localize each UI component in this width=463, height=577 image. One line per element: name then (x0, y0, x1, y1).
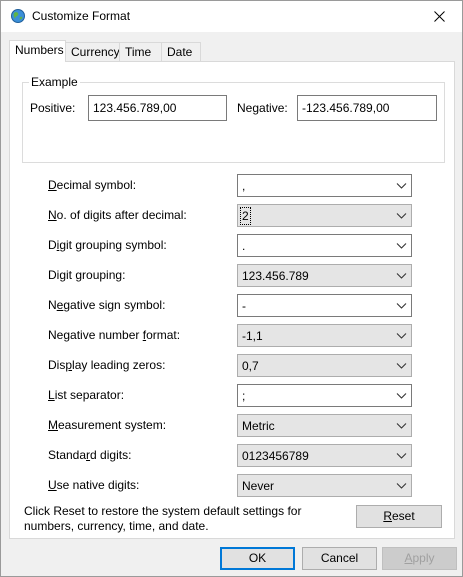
use-native-digits-value: Never (242, 479, 275, 493)
chevron-down-icon (396, 243, 407, 249)
negative-number-format-dropdown[interactable]: -1,1 (237, 324, 412, 347)
ok-button[interactable]: OK (220, 547, 295, 570)
standard-digits-value: 0123456789 (242, 449, 309, 463)
decimal-symbol-label: Decimal symbol: (48, 178, 137, 192)
tab-date[interactable]: Date (161, 42, 201, 61)
list-separator-dropdown[interactable]: ; (237, 384, 412, 407)
digit-grouping-label: Digit grouping: (48, 268, 126, 282)
chevron-down-icon (396, 423, 407, 429)
positive-label: Positive: (30, 101, 76, 115)
example-group: Example Positive: 123.456.789,00 Negativ… (22, 75, 445, 163)
use-native-digits-dropdown[interactable]: Never (237, 474, 412, 497)
numbers-panel: Example Positive: 123.456.789,00 Negativ… (9, 61, 455, 539)
list-separator-value: ; (242, 389, 246, 403)
digit-grouping-symbol-dropdown[interactable]: . (237, 234, 412, 257)
chevron-down-icon (396, 183, 407, 189)
negative-sign-symbol-dropdown[interactable]: - (237, 294, 412, 317)
chevron-down-icon (396, 333, 407, 339)
measurement-system-label: Measurement system: (48, 418, 167, 432)
chevron-down-icon (396, 213, 407, 219)
chevron-down-icon (396, 273, 407, 279)
standard-digits-dropdown[interactable]: 0123456789 (237, 444, 412, 467)
title-bar[interactable]: Customize Format (1, 1, 462, 32)
negative-number-format-value: -1,1 (242, 329, 263, 343)
globe-icon (10, 8, 26, 24)
reset-button[interactable]: Reset (356, 505, 442, 528)
window-title: Customize Format (32, 9, 131, 23)
positive-example-field: 123.456.789,00 (88, 95, 227, 121)
digits-after-decimal-label: No. of digits after decimal: (48, 208, 187, 222)
tab-currency[interactable]: Currency (65, 42, 120, 61)
display-leading-zeros-label: Display leading zeros: (48, 358, 166, 372)
example-group-label: Example (29, 75, 80, 89)
chevron-down-icon (396, 303, 407, 309)
reset-description: Click Reset to restore the system defaul… (24, 504, 302, 533)
chevron-down-icon (396, 393, 407, 399)
apply-button[interactable]: Apply (382, 547, 457, 570)
negative-sign-symbol-value: - (242, 299, 246, 313)
decimal-symbol-value: , (242, 179, 246, 193)
negative-sign-symbol-label: Negative sign symbol: (48, 298, 166, 312)
negative-label: Negative: (237, 101, 288, 115)
digit-grouping-symbol-value: . (242, 239, 246, 253)
tab-time[interactable]: Time (119, 42, 162, 61)
negative-example-field: -123.456.789,00 (297, 95, 437, 121)
digits-after-decimal-dropdown[interactable]: 2 (237, 204, 412, 227)
tab-numbers[interactable]: Numbers (9, 40, 66, 62)
digit-grouping-dropdown[interactable]: 123.456.789 (237, 264, 412, 287)
customize-format-dialog: Customize Format Numbers Currency Time D… (0, 0, 463, 577)
digit-grouping-symbol-label: Digit grouping symbol: (48, 238, 167, 252)
cancel-button[interactable]: Cancel (302, 547, 377, 570)
list-separator-label: List separator: (48, 388, 125, 402)
measurement-system-value: Metric (242, 419, 275, 433)
digits-after-decimal-value: 2 (240, 207, 251, 225)
standard-digits-label: Standard digits: (48, 448, 132, 462)
measurement-system-dropdown[interactable]: Metric (237, 414, 412, 437)
chevron-down-icon (396, 363, 407, 369)
chevron-down-icon (396, 453, 407, 459)
close-icon (434, 11, 445, 22)
negative-number-format-label: Negative number format: (48, 328, 181, 342)
chevron-down-icon (396, 483, 407, 489)
digit-grouping-value: 123.456.789 (242, 269, 309, 283)
use-native-digits-label: Use native digits: (48, 478, 140, 492)
display-leading-zeros-value: 0,7 (242, 359, 259, 373)
close-button[interactable] (417, 1, 462, 32)
display-leading-zeros-dropdown[interactable]: 0,7 (237, 354, 412, 377)
decimal-symbol-dropdown[interactable]: , (237, 174, 412, 197)
